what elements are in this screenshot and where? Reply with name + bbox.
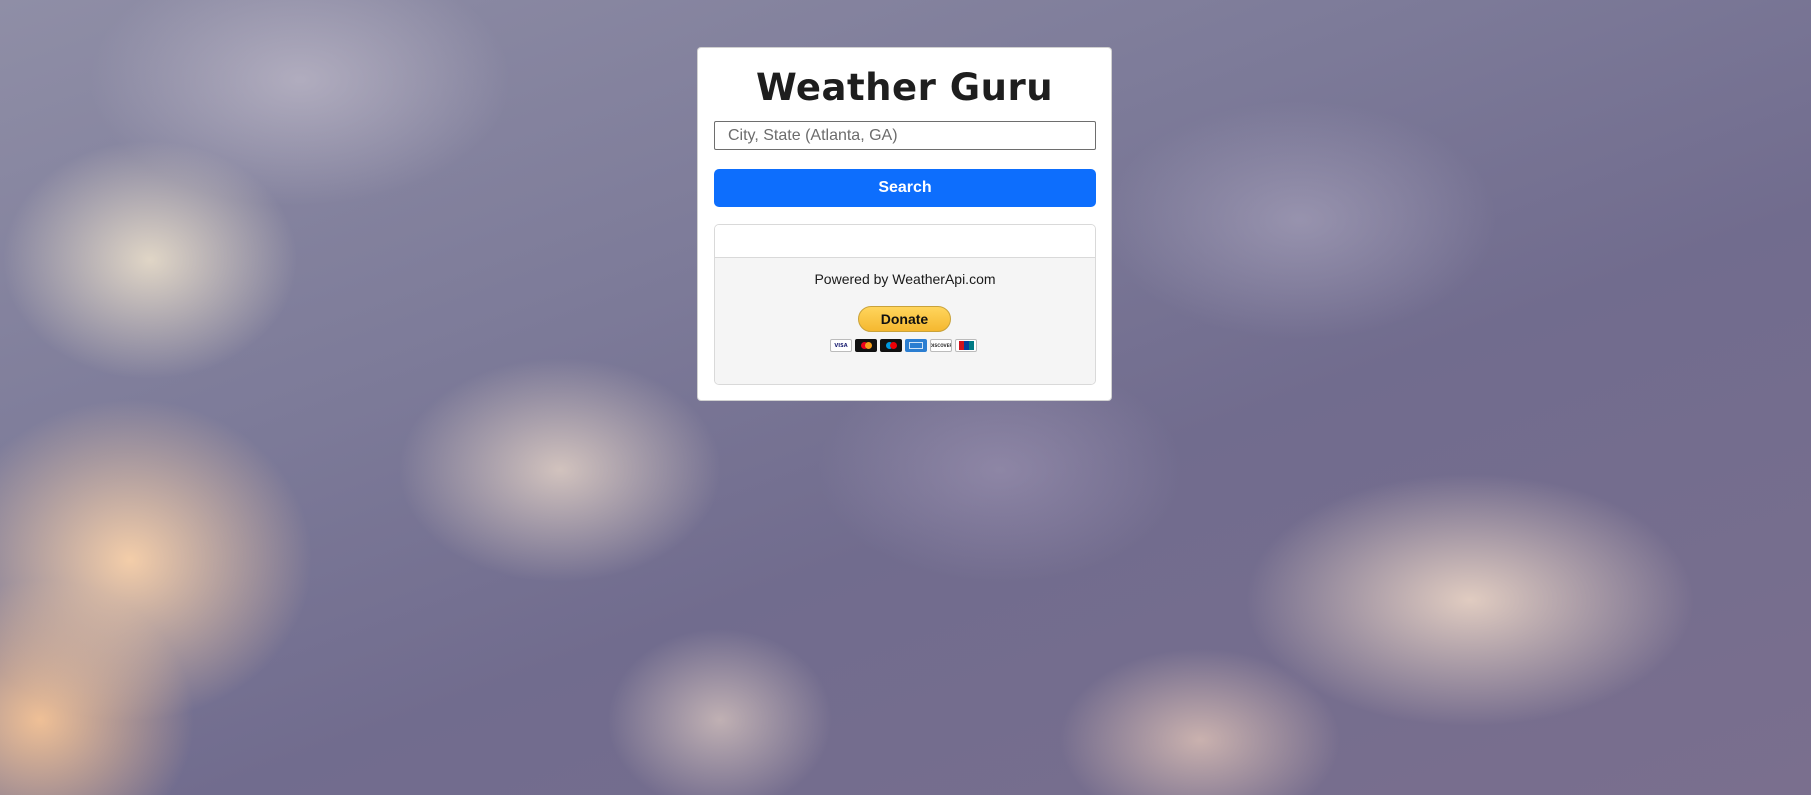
search-button[interactable]: Search (714, 169, 1096, 207)
results-header (715, 225, 1095, 258)
powered-by-text: Powered by WeatherApi.com (814, 271, 996, 287)
results-panel: Powered by WeatherApi.com Donate VISA DI… (714, 224, 1096, 385)
discover-card-icon: DISCOVER (930, 339, 952, 352)
visa-card-icon: VISA (830, 339, 852, 352)
payment-cards-row: VISA DISCOVER (830, 339, 977, 352)
results-footer: Powered by WeatherApi.com Donate VISA DI… (715, 258, 1095, 384)
paypal-donate-button[interactable]: Donate (858, 306, 951, 332)
weather-search-card: Weather Guru Search Powered by WeatherAp… (697, 47, 1112, 401)
unionpay-card-icon (955, 339, 977, 352)
amex-card-icon (905, 339, 927, 352)
app-title: Weather Guru (755, 66, 1054, 109)
maestro-card-icon (880, 339, 902, 352)
mastercard-icon (855, 339, 877, 352)
city-search-input[interactable] (714, 121, 1096, 150)
